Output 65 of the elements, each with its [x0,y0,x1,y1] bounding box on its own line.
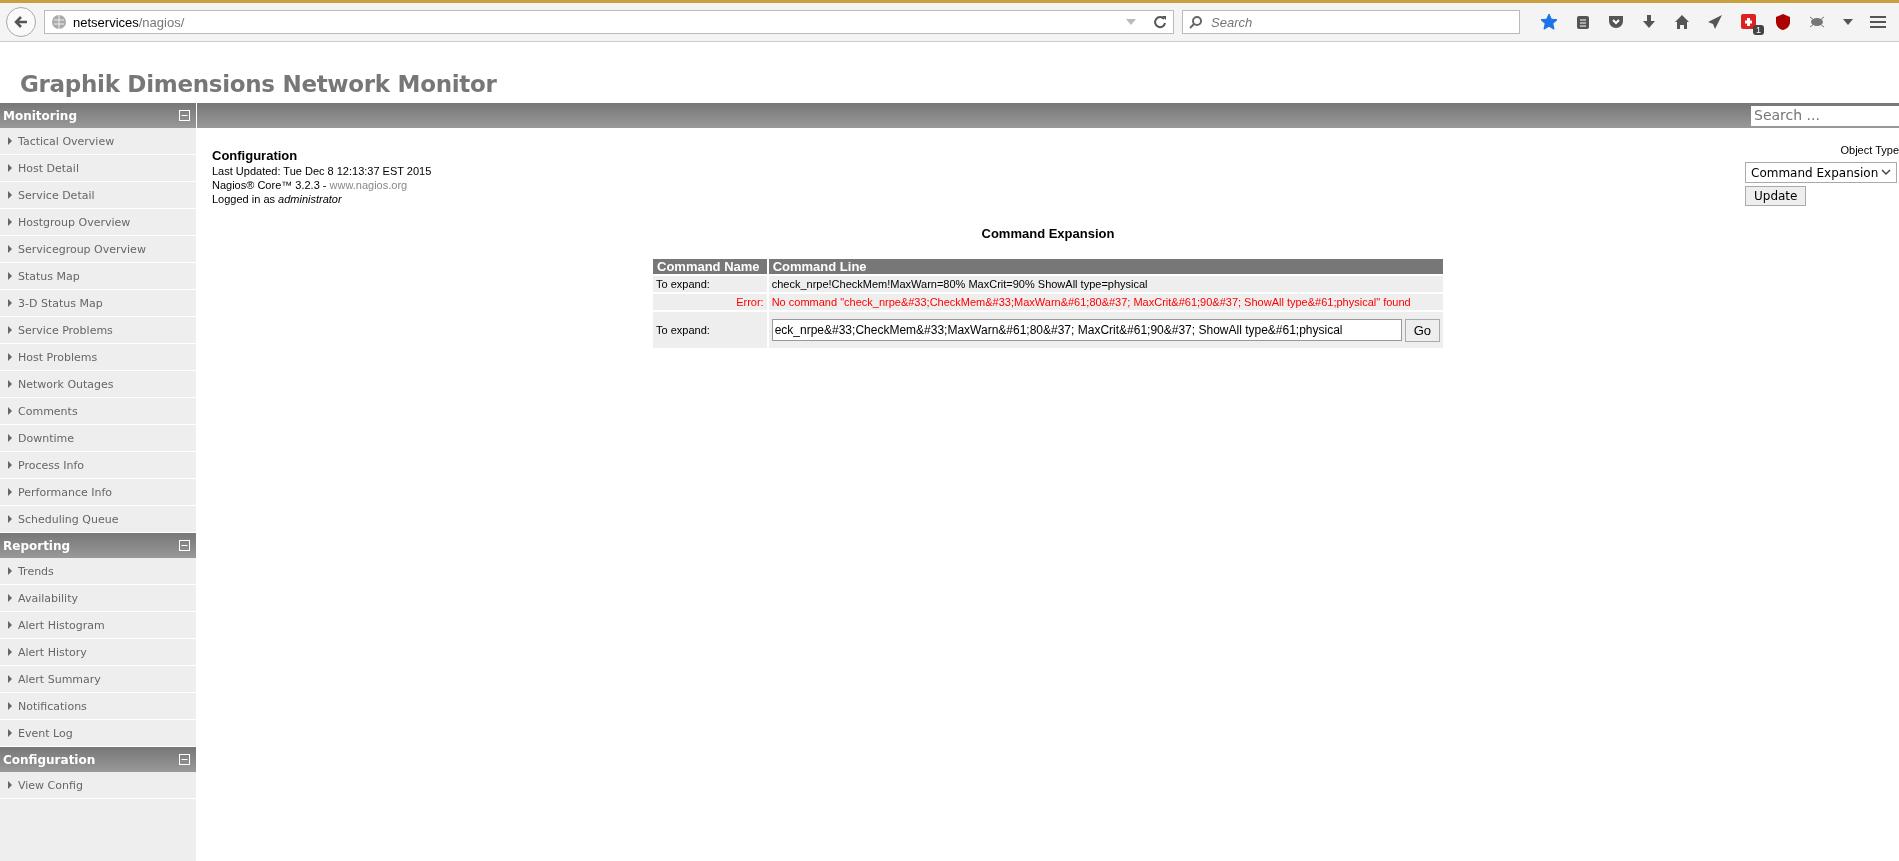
clipboard-icon[interactable] [1575,14,1591,30]
url-field[interactable]: netservices/nagios/ [44,10,1174,34]
site-title: Graphik Dimensions Network Monitor [20,71,497,99]
go-button[interactable]: Go [1404,318,1440,342]
nav-link[interactable]: Status Map [0,263,196,290]
globe-icon [51,14,67,30]
nav-link[interactable]: Network Outages [0,371,196,398]
nav-link[interactable]: Comments [0,398,196,425]
search-icon [1189,15,1203,29]
nav-link[interactable]: Downtime [0,425,196,452]
nav-link[interactable]: Performance Info [0,479,196,506]
collapse-icon[interactable] [179,754,190,765]
chevron-icon [1881,169,1891,176]
nav-link[interactable]: Availability [0,585,196,612]
nav-link[interactable]: 3-D Status Map [0,290,196,317]
shield-icon[interactable] [1775,13,1791,31]
nav-link[interactable]: Notifications [0,693,196,720]
table-cell: check_nrpe!CheckMem!MaxWarn=80% MaxCrit=90% ShowAll type=physical [768,276,1443,292]
nav-link[interactable]: Trends [0,558,196,585]
download-icon[interactable] [1641,14,1657,30]
column-header: Command Name [653,259,767,274]
caret-icon[interactable] [1843,19,1853,25]
pocket-icon[interactable] [1608,14,1624,30]
page-title: Configuration [212,148,299,164]
login-text: Logged in as administrator [212,192,343,206]
nav-link[interactable]: View Config [0,772,196,799]
section-header[interactable]: Reporting [0,533,196,558]
object-type-select[interactable]: Command Expansion [1745,162,1897,183]
nav-link[interactable]: Process Info [0,452,196,479]
nav-link[interactable]: Tactical Overview [0,128,196,155]
menu-icon[interactable] [1870,15,1886,29]
star-icon[interactable] [1540,13,1558,31]
reload-icon[interactable] [1153,15,1167,29]
nav-link[interactable]: Host Problems [0,344,196,371]
section-header[interactable]: Configuration [0,747,196,772]
table-cell: To expand: [653,276,767,292]
notification-badge: 1 [1753,25,1764,35]
nav-link[interactable]: Service Detail [0,182,196,209]
nav-link[interactable]: Service Problems [0,317,196,344]
command-field[interactable]: eck_nrpe&#33;CheckMem&#33;MaxWarn&#61;80&#37; MaxCrit&#61;90&#37; ShowAll type&#61;physical [771,319,1402,341]
version-text: Nagios® Core™ 3.2.3 - [212,179,328,191]
collapse-icon[interactable] [179,540,190,551]
send-icon[interactable] [1707,14,1723,30]
section-title: Command Expansion [981,226,1115,241]
bug-icon[interactable] [1808,15,1826,29]
object-type-label: Object Type [1840,144,1899,156]
error-label: Error: [653,294,767,310]
nav-link[interactable]: Alert Summary [0,666,196,693]
error-message: No command "check_nrpe&#33;CheckMem&#33;MaxWarn&#61;80&#37; MaxCrit&#61;90&#37; ShowAll type&#61;physical" found [768,294,1443,310]
column-header: Command Line [768,259,1443,274]
collapse-icon[interactable] [179,110,190,121]
nav-link[interactable]: Host Detail [0,155,196,182]
last-updated-text: Last Updated: Tue Dec 8 12:13:37 EST 2015 [212,164,432,178]
nav-link[interactable]: Hostgroup Overview [0,209,196,236]
nav-link[interactable]: Alert Histogram [0,612,196,639]
update-button[interactable]: Update [1745,186,1807,206]
section-header[interactable]: Monitoring [0,103,196,128]
table-cell: To expand: [653,312,767,348]
website-link[interactable]: www.nagios.org [329,179,408,191]
nav-link[interactable]: Servicegroup Overview [0,236,196,263]
back-button[interactable] [6,7,36,37]
home-icon[interactable] [1674,14,1690,30]
search-box[interactable]: Search [1182,10,1520,34]
nav-link[interactable]: Alert History [0,639,196,666]
puzzle-icon[interactable] [1740,13,1758,31]
